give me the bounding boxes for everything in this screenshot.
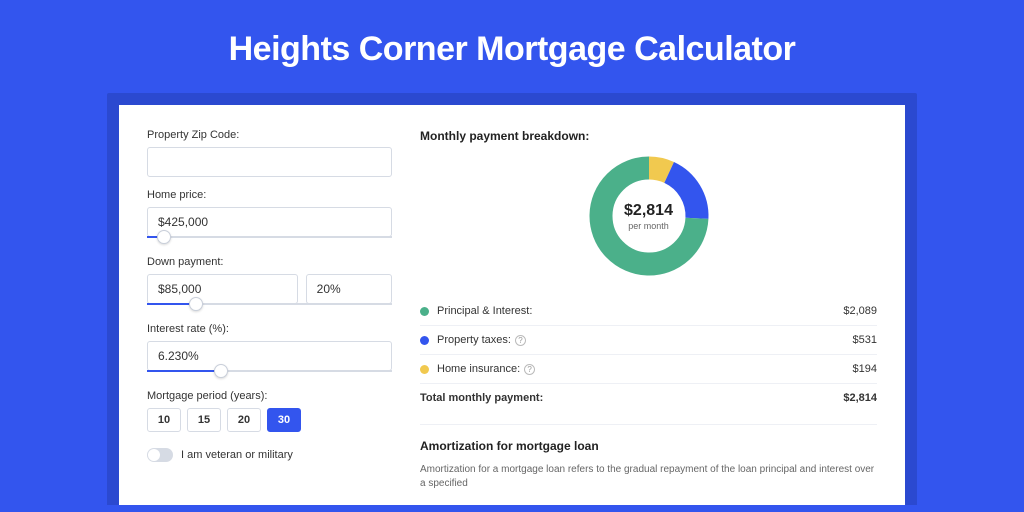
slider-thumb[interactable] <box>189 297 203 311</box>
down-payment-pct-input[interactable] <box>306 274 392 304</box>
period-button-20[interactable]: 20 <box>227 408 261 432</box>
legend-total-value: $2,814 <box>843 392 877 404</box>
interest-rate-row: Interest rate (%): <box>147 323 392 378</box>
legend: Principal & Interest:$2,089Property taxe… <box>420 297 877 412</box>
slider-thumb[interactable] <box>214 364 228 378</box>
home-price-slider[interactable] <box>147 236 392 244</box>
donut-chart: $2,814 per month <box>588 155 710 277</box>
down-payment-slider[interactable] <box>147 303 392 311</box>
legend-row: Home insurance:?$194 <box>420 354 877 383</box>
period-label: Mortgage period (years): <box>147 390 392 402</box>
legend-total-label: Total monthly payment: <box>420 392 843 404</box>
veteran-row: I am veteran or military <box>147 448 392 462</box>
legend-label: Property taxes:? <box>437 334 853 346</box>
form-panel: Property Zip Code: Home price: Down paym… <box>147 129 392 481</box>
zip-row: Property Zip Code: <box>147 129 392 177</box>
period-button-30[interactable]: 30 <box>267 408 301 432</box>
veteran-label: I am veteran or military <box>181 449 293 461</box>
donut-subtext: per month <box>628 221 669 231</box>
slider-fill <box>147 370 221 372</box>
home-price-label: Home price: <box>147 189 392 201</box>
legend-label: Home insurance:? <box>437 363 853 375</box>
breakdown-panel: Monthly payment breakdown: $2,814 per mo… <box>420 129 877 481</box>
legend-dot-icon <box>420 365 429 374</box>
down-payment-row: Down payment: <box>147 256 392 311</box>
period-buttons: 10152030 <box>147 408 392 432</box>
calculator-card: Property Zip Code: Home price: Down paym… <box>119 105 905 505</box>
info-icon[interactable]: ? <box>515 335 526 346</box>
legend-label: Principal & Interest: <box>437 305 843 317</box>
amortization-title: Amortization for mortgage loan <box>420 439 877 453</box>
donut-center: $2,814 per month <box>588 155 710 277</box>
page-title: Heights Corner Mortgage Calculator <box>0 0 1024 93</box>
period-button-10[interactable]: 10 <box>147 408 181 432</box>
amortization-text: Amortization for a mortgage loan refers … <box>420 463 877 491</box>
legend-dot-icon <box>420 336 429 345</box>
donut-amount: $2,814 <box>624 202 673 220</box>
breakdown-title: Monthly payment breakdown: <box>420 129 877 143</box>
legend-value: $531 <box>853 334 877 346</box>
zip-input[interactable] <box>147 147 392 177</box>
home-price-row: Home price: <box>147 189 392 244</box>
legend-dot-icon <box>420 307 429 316</box>
info-icon[interactable]: ? <box>524 364 535 375</box>
card-outer: Property Zip Code: Home price: Down paym… <box>107 93 917 505</box>
home-price-input[interactable] <box>147 207 392 237</box>
legend-row: Principal & Interest:$2,089 <box>420 297 877 325</box>
slider-track <box>147 236 392 238</box>
donut-chart-area: $2,814 per month <box>420 155 877 277</box>
down-payment-label: Down payment: <box>147 256 392 268</box>
period-button-15[interactable]: 15 <box>187 408 221 432</box>
interest-rate-label: Interest rate (%): <box>147 323 392 335</box>
zip-label: Property Zip Code: <box>147 129 392 141</box>
interest-rate-input[interactable] <box>147 341 392 371</box>
legend-row: Property taxes:?$531 <box>420 325 877 354</box>
veteran-toggle[interactable] <box>147 448 173 462</box>
legend-total-row: Total monthly payment:$2,814 <box>420 383 877 412</box>
interest-rate-slider[interactable] <box>147 370 392 378</box>
amortization-section: Amortization for mortgage loan Amortizat… <box>420 424 877 491</box>
period-row: Mortgage period (years): 10152030 <box>147 390 392 432</box>
legend-value: $2,089 <box>843 305 877 317</box>
down-payment-input[interactable] <box>147 274 298 304</box>
legend-value: $194 <box>853 363 877 375</box>
slider-thumb[interactable] <box>157 230 171 244</box>
